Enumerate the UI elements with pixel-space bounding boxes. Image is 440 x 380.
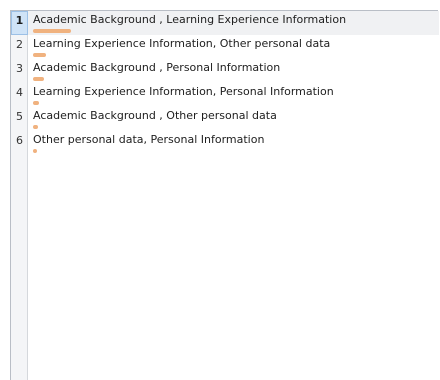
row-label: Academic Background , Other personal dat…	[33, 109, 277, 122]
row-label: Learning Experience Information, Persona…	[33, 85, 334, 98]
results-list-panel: 1 Academic Background , Learning Experien…	[10, 10, 439, 380]
score-bar	[33, 53, 46, 57]
row-label: Other personal data, Personal Informatio…	[33, 133, 265, 146]
row-number: 6	[16, 134, 23, 147]
row-number: 1	[11, 11, 28, 35]
list-item[interactable]: 6 Other personal data, Personal Informati…	[11, 131, 439, 155]
row-number: 4	[16, 86, 23, 99]
row-number: 5	[16, 110, 23, 123]
row-label: Academic Background , Personal Informati…	[33, 61, 281, 74]
list-item[interactable]: 2 Learning Experience Information, Other …	[11, 35, 439, 59]
score-bar	[33, 77, 44, 81]
list-item[interactable]: 3 Academic Background , Personal Informat…	[11, 59, 439, 83]
list-item[interactable]: 5 Academic Background , Other personal da…	[11, 107, 439, 131]
score-bar	[33, 149, 37, 153]
score-bar	[33, 101, 39, 105]
list-item[interactable]: 4 Learning Experience Information, Person…	[11, 83, 439, 107]
row-label: Academic Background , Learning Experienc…	[33, 13, 347, 26]
row-number: 3	[16, 62, 23, 75]
row-number: 2	[16, 38, 23, 51]
row-label: Learning Experience Information, Other p…	[33, 37, 331, 50]
score-bar	[33, 29, 71, 33]
list-item[interactable]: 1 Academic Background , Learning Experien…	[11, 11, 439, 35]
score-bar	[33, 125, 38, 129]
